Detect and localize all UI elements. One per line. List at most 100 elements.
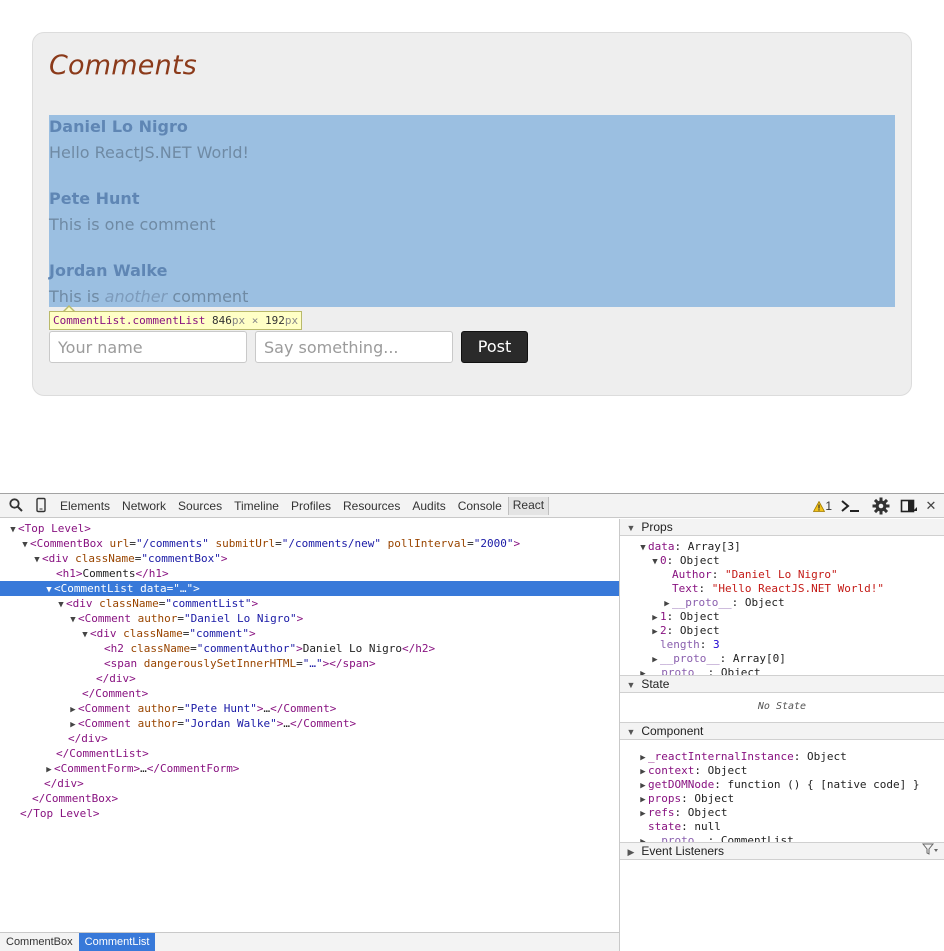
property-value: "Hello ReactJS.NET World!" (711, 582, 884, 595)
collapse-triangle-icon[interactable]: ▶ (638, 765, 648, 779)
collapse-triangle-icon[interactable]: ▶ (650, 653, 660, 667)
tree-row[interactable]: ▶ <CommentForm>…</CommentForm> (0, 761, 619, 776)
property-row[interactable]: ▼ 0: Object (650, 554, 719, 569)
devtools-toolbar: Elements Network Sources Timeline Profil… (0, 494, 944, 518)
comment-author: Jordan Walke (49, 261, 168, 280)
tree-tag: </h1> (135, 567, 169, 580)
tab-react[interactable]: React (507, 497, 550, 515)
breadcrumb-item-commentlist[interactable]: CommentList (78, 933, 156, 951)
tree-tag-name: div (96, 627, 117, 640)
tree-row[interactable]: ▼ <div className="commentList"> (0, 596, 619, 611)
tree-row[interactable]: </CommentList> (0, 746, 619, 761)
tree-row[interactable]: ▶ <Comment author="Jordan Walke">…</Comme… (0, 716, 619, 731)
property-separator: : (698, 582, 712, 595)
tree-tag-name: div (72, 597, 93, 610)
breadcrumb: CommentBox CommentList (0, 932, 619, 951)
props-section-header[interactable]: ▼ Props (620, 519, 944, 536)
tree-text: … (283, 717, 290, 730)
tree-bracket: < (30, 537, 37, 550)
post-button[interactable]: Post (461, 331, 528, 363)
property-row[interactable]: ▶ __proto__: Object (662, 596, 784, 611)
collapse-triangle-icon[interactable]: ▶ (650, 625, 660, 639)
property-row[interactable]: ▼ data: Array[3] (638, 540, 740, 555)
tooltip-height: 192 (264, 314, 285, 327)
tab-network[interactable]: Network (116, 494, 172, 518)
tree-row[interactable]: <h2 className="commentAuthor">Daniel Lo … (0, 641, 619, 656)
name-input[interactable]: Your name (49, 331, 247, 363)
tree-attr-name: author (137, 612, 178, 625)
tab-profiles[interactable]: Profiles (285, 494, 337, 518)
search-icon[interactable] (8, 497, 24, 513)
tab-resources[interactable]: Resources (337, 494, 406, 518)
expand-triangle-icon[interactable]: ▼ (650, 555, 660, 569)
expand-triangle-icon[interactable]: ▼ (638, 541, 648, 555)
tree-row[interactable]: ▼ <Top Level> (0, 521, 619, 536)
property-row[interactable]: ▶ 1: Object (650, 610, 719, 625)
tree-row[interactable]: <h1>Comments</h1> (0, 566, 619, 581)
settings-icon[interactable] (872, 497, 890, 515)
property-separator: : (666, 610, 680, 623)
tree-equals: = (177, 702, 184, 715)
tree-row[interactable]: </Top Level> (0, 806, 619, 821)
tree-tag-name: div (48, 552, 69, 565)
tree-attr-value: "…" (302, 657, 323, 670)
tab-audits[interactable]: Audits (406, 494, 451, 518)
tree-tag-name: Comment (84, 612, 131, 625)
tree-row[interactable]: ▼ <div className="comment"> (0, 626, 619, 641)
tree-row[interactable]: ▶ <Comment author="Pete Hunt">…</Comment> (0, 701, 619, 716)
tree-tag-name: CommentBox (36, 537, 103, 550)
tree-row[interactable]: </Comment> (0, 686, 619, 701)
no-state-label: No State (757, 701, 807, 712)
property-row[interactable]: ▶ __proto__: Array[0] (650, 652, 786, 667)
tab-timeline[interactable]: Timeline (228, 494, 285, 518)
property-row: length: 3 (650, 638, 720, 652)
close-icon[interactable]: ✕ (924, 498, 938, 514)
tree-attr-name: className (123, 627, 183, 640)
property-row[interactable]: ▶ _reactInternalInstance: Object (638, 750, 846, 765)
tree-row[interactable]: </div> (0, 776, 619, 791)
tree-row[interactable]: </div> (0, 671, 619, 686)
event-listeners-section-header[interactable]: ▶ Event Listeners (620, 842, 944, 860)
tab-sources[interactable]: Sources (172, 494, 228, 518)
comment-text: Hello ReactJS.NET World! (49, 143, 249, 162)
collapse-triangle-icon[interactable]: ▶ (638, 807, 648, 821)
tree-row[interactable]: ▼ <div className="commentBox"> (0, 551, 619, 566)
comment-text-input[interactable]: Say something... (255, 331, 453, 363)
filter-icon[interactable] (921, 843, 938, 860)
property-row[interactable]: ▶ context: Object (638, 764, 747, 779)
tree-row[interactable]: ▼ <CommentBox url="/comments" submitUrl="… (0, 536, 619, 551)
collapse-triangle-icon[interactable]: ▶ (638, 793, 648, 807)
state-section-header[interactable]: ▼ State (620, 675, 944, 693)
tree-row[interactable]: </div> (0, 731, 619, 746)
tree-row[interactable]: <span dangerouslySetInnerHTML="…"></span… (0, 656, 619, 671)
tab-elements[interactable]: Elements (54, 494, 116, 518)
tree-attr-name: dangerouslySetInnerHTML (143, 657, 297, 670)
tree-row[interactable]: </CommentBox> (0, 791, 619, 806)
warning-counter[interactable]: 1 (813, 499, 832, 513)
property-row[interactable]: ▶ 2: Object (650, 624, 719, 639)
tree-row-selected[interactable]: ▼ <CommentList data="…"> (0, 581, 619, 596)
collapse-triangle-icon[interactable]: ▶ (662, 597, 672, 611)
property-separator: : (681, 792, 695, 805)
tree-bracket: > (513, 537, 521, 550)
tree-tag: </Comment> (270, 702, 337, 715)
tree-tag-name: CommentList (60, 582, 134, 595)
breadcrumb-item-commentbox[interactable]: CommentBox (0, 933, 79, 951)
dock-icon[interactable] (900, 498, 918, 514)
tree-attr-name: author (137, 717, 178, 730)
property-row: Text: "Hello ReactJS.NET World!" (662, 582, 884, 596)
tree-row[interactable]: ▼ <Comment author="Daniel Lo Nigro"> (0, 611, 619, 626)
comment-text-part: This is (49, 287, 105, 306)
property-row[interactable]: ▶ refs: Object (638, 806, 727, 821)
tab-console[interactable]: Console (452, 494, 508, 518)
device-icon[interactable] (33, 497, 49, 513)
tree-tag: </div> (96, 672, 136, 685)
component-tree: ▼ <Top Level> ▼ <CommentBox url="/comments"… (0, 519, 619, 929)
collapse-triangle-icon[interactable]: ▶ (650, 611, 660, 625)
collapse-triangle-icon[interactable]: ▶ (638, 751, 648, 765)
collapse-triangle-icon[interactable]: ▶ (638, 779, 648, 793)
property-row[interactable]: ▶ getDOMNode: function () { [native code]… (638, 778, 919, 793)
console-drawer-icon[interactable] (840, 498, 862, 514)
component-section-header[interactable]: ▼ Component (620, 722, 944, 740)
property-row[interactable]: ▶ props: Object (638, 792, 734, 807)
